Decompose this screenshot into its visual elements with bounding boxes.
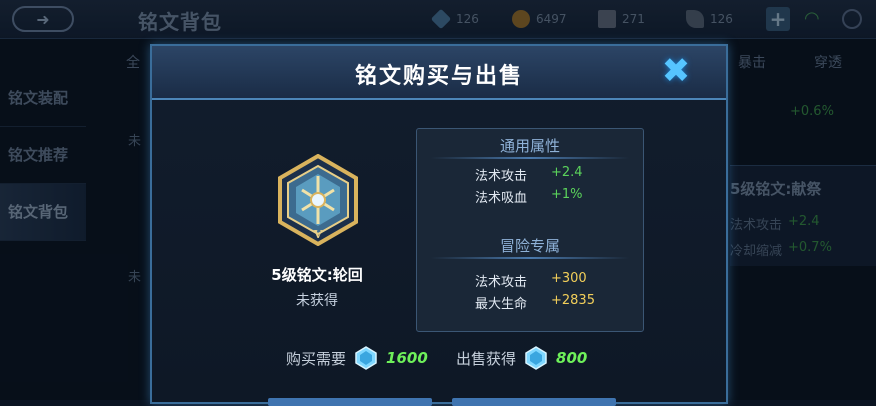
attribute-row: 最大生命 +2835 — [417, 293, 643, 313]
rune-emblem-icon: V — [276, 153, 360, 247]
attribute-row: 法术吸血 +1% — [417, 187, 643, 207]
rune-level-mark: V — [313, 228, 323, 241]
buy-price: 购买需要 1600 — [286, 346, 428, 370]
attribute-row: 法术攻击 +2.4 — [417, 165, 643, 185]
dialog-title: 铭文购买与出售 — [354, 64, 523, 89]
attribute-value: +2835 — [551, 293, 595, 308]
rune-trade-dialog: 铭文购买与出售 ✖ V 5级铭文:轮回 未获得 通用属性 法术攻击 +2.4 法… — [150, 44, 728, 406]
section-divider — [431, 257, 629, 259]
general-attributes-title: 通用属性 — [499, 137, 560, 155]
attribute-row: 法术攻击 +300 — [417, 271, 643, 291]
attribute-panel: 通用属性 法术攻击 +2.4 法术吸血 +1% 冒险专属 法术攻击 +300 最… — [416, 128, 644, 332]
dialog-header: 铭文购买与出售 ✖ — [152, 46, 726, 100]
attribute-label: 最大生命 — [475, 297, 528, 312]
attribute-value: +1% — [551, 187, 583, 202]
attribute-label: 法术吸血 — [475, 191, 528, 206]
adventure-attributes-title: 冒险专属 — [499, 237, 560, 255]
buy-price-value: 1600 — [386, 349, 428, 367]
sell-price-label: 出售获得 — [456, 349, 517, 368]
sell-button[interactable] — [452, 398, 616, 406]
sell-price: 出售获得 800 — [456, 346, 587, 370]
rune-name: 5级铭文:轮回 — [271, 266, 363, 284]
close-icon: ✖ — [661, 51, 691, 91]
close-button[interactable]: ✖ — [656, 54, 696, 88]
diamond-icon — [355, 346, 377, 370]
attribute-value: +300 — [551, 271, 587, 286]
attribute-label: 法术攻击 — [475, 275, 528, 290]
attribute-label: 法术攻击 — [475, 169, 528, 184]
section-divider — [431, 157, 629, 159]
rune-status: 未获得 — [296, 293, 338, 309]
attribute-value: +2.4 — [551, 165, 583, 180]
buy-price-label: 购买需要 — [286, 349, 347, 368]
sell-price-value: 800 — [556, 349, 588, 367]
buy-button[interactable] — [268, 398, 432, 406]
diamond-icon — [525, 346, 547, 370]
